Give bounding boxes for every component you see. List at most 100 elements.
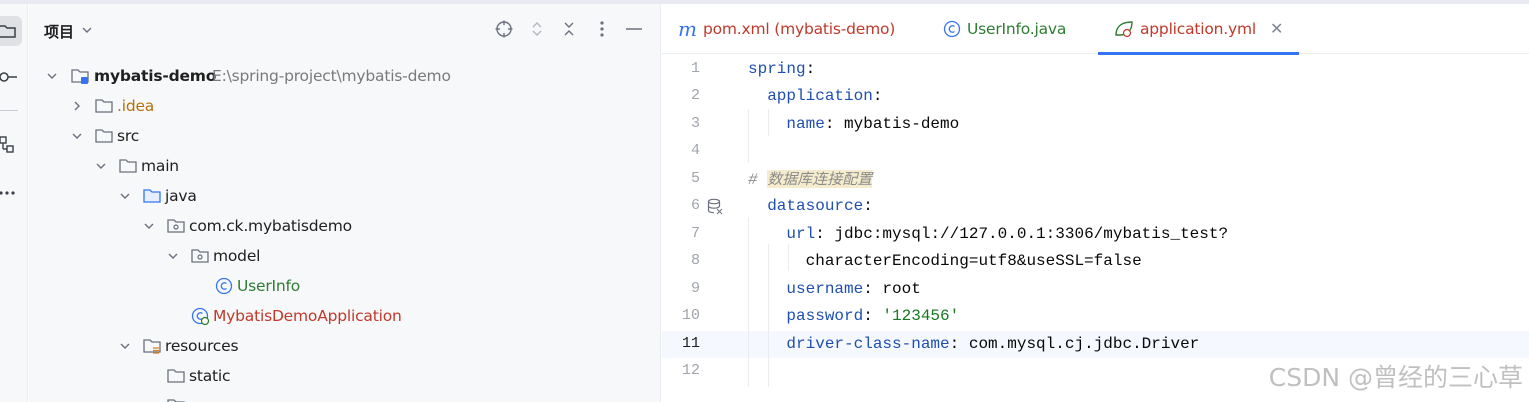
yaml-key: datasource xyxy=(767,197,864,215)
yaml-key: username xyxy=(786,280,864,298)
class-icon xyxy=(943,20,961,38)
yaml-key: name xyxy=(786,115,825,133)
line-number: 2 xyxy=(690,87,700,104)
tree-row-application[interactable]: MybatisDemoApplication xyxy=(29,301,661,331)
editor-gutter: 1 2 3 4 5 6 7 8 9 10 11 12 xyxy=(662,55,746,402)
tree-row-resources[interactable]: resources xyxy=(29,331,661,361)
tab-label: UserInfo.java xyxy=(967,20,1067,38)
folder-icon xyxy=(167,399,185,402)
tree-row-src[interactable]: src xyxy=(29,121,661,151)
chevron-down-icon[interactable] xyxy=(81,23,93,40)
tree-label: mybatis-demo xyxy=(94,67,217,85)
commit-tool-button[interactable] xyxy=(0,62,22,92)
code-line-9[interactable]: username: root xyxy=(748,276,921,303)
yaml-value: root xyxy=(882,280,921,298)
editor-tab-bar: m pom.xml (mybatis-demo) UserInfo.java a… xyxy=(662,4,1529,55)
tree-label: static xyxy=(189,367,231,385)
project-panel-header: 项目 xyxy=(29,4,661,56)
yaml-key: driver-class-name xyxy=(786,335,950,353)
locate-icon[interactable] xyxy=(493,18,515,40)
tool-divider xyxy=(0,110,18,111)
chevron-down-icon[interactable] xyxy=(119,190,131,202)
package-icon xyxy=(191,249,209,263)
structure-tool-button[interactable] xyxy=(0,130,22,160)
spring-icon xyxy=(1114,20,1134,38)
yaml-comment: 数据库连接配置 xyxy=(767,170,873,188)
options-icon[interactable] xyxy=(591,18,613,40)
editor: m pom.xml (mybatis-demo) UserInfo.java a… xyxy=(662,4,1529,402)
commit-icon xyxy=(0,72,17,82)
tree-row-userinfo[interactable]: UserInfo xyxy=(29,271,661,301)
code-line-5[interactable]: # 数据库连接配置 xyxy=(748,166,873,193)
project-panel: 项目 mybatis-demo E:\spring-project\mybati… xyxy=(29,4,661,402)
chevron-down-icon[interactable] xyxy=(167,250,179,262)
tree-row-templates[interactable] xyxy=(29,391,661,402)
chevron-down-icon[interactable] xyxy=(46,70,58,82)
yaml-key: password xyxy=(786,307,864,325)
maven-icon: m xyxy=(678,17,697,41)
code-line-1[interactable]: spring: xyxy=(748,56,815,83)
line-number: 11 xyxy=(681,335,700,352)
code-line-6[interactable]: datasource: xyxy=(748,193,873,220)
close-icon[interactable]: ✕ xyxy=(1270,19,1283,39)
chevron-down-icon[interactable] xyxy=(71,130,83,142)
tree-label: .idea xyxy=(117,97,155,115)
line-number: 6 xyxy=(690,197,700,214)
tab-application-yml[interactable]: application.yml ✕ xyxy=(1097,4,1300,55)
watermark: CSDN @曾经的三心草 xyxy=(1268,363,1523,392)
hide-panel-icon[interactable] xyxy=(623,18,645,40)
code-line-7[interactable]: url: jdbc:mysql://127.0.0.1:3306/mybatis… xyxy=(748,221,1228,248)
tree-row-java[interactable]: java xyxy=(29,181,661,211)
tree-row-package[interactable]: com.ck.mybatisdemo xyxy=(29,211,661,241)
tree-label: com.ck.mybatisdemo xyxy=(189,217,352,235)
folder-icon xyxy=(95,129,113,143)
folder-icon xyxy=(167,369,185,383)
chevron-down-icon[interactable] xyxy=(143,220,155,232)
tree-label: src xyxy=(117,127,140,145)
tree-row-idea[interactable]: .idea xyxy=(29,91,661,121)
line-number: 9 xyxy=(690,280,700,297)
line-number: 12 xyxy=(681,362,700,379)
line-number: 4 xyxy=(690,142,700,159)
tab-userinfo-java[interactable]: UserInfo.java xyxy=(943,4,1066,54)
yaml-value: mybatis-demo xyxy=(844,115,960,133)
comment-hash: # xyxy=(748,171,758,189)
chevron-right-icon[interactable] xyxy=(71,100,83,112)
structure-icon xyxy=(0,136,14,153)
line-number: 3 xyxy=(690,115,700,132)
yaml-value-continuation: characterEncoding=utf8&useSSL=false xyxy=(805,252,1142,270)
collapse-all-icon[interactable] xyxy=(558,18,580,40)
tree-label: MybatisDemoApplication xyxy=(213,307,402,325)
yaml-value: com.mysql.cj.jdbc.Driver xyxy=(968,335,1200,353)
tree-row-static[interactable]: static xyxy=(29,361,661,391)
code-line-7-wrap[interactable]: characterEncoding=utf8&useSSL=false xyxy=(748,248,1142,275)
code-line-11[interactable]: driver-class-name: com.mysql.cj.jdbc.Dri… xyxy=(748,331,1199,358)
line-number: 8 xyxy=(690,252,700,269)
database-icon[interactable] xyxy=(707,198,723,220)
tab-label: application.yml xyxy=(1140,20,1257,38)
code-line-10[interactable]: password: '123456' xyxy=(748,303,959,330)
folder-icon xyxy=(119,159,137,173)
tree-row-project[interactable]: mybatis-demo E:\spring-project\mybatis-d… xyxy=(29,61,661,91)
chevron-down-icon[interactable] xyxy=(95,160,107,172)
project-tool-button[interactable] xyxy=(0,16,22,46)
code-line-2[interactable]: application: xyxy=(748,83,882,110)
expand-all-icon[interactable] xyxy=(526,18,548,40)
tree-label: UserInfo xyxy=(237,277,301,295)
spring-boot-class-icon xyxy=(191,307,209,325)
package-icon xyxy=(167,219,185,233)
yaml-string-value: '123456' xyxy=(882,307,960,325)
module-folder-icon xyxy=(71,69,89,84)
tab-pom-xml[interactable]: m pom.xml (mybatis-demo) xyxy=(678,4,895,54)
yaml-key: spring xyxy=(748,60,806,78)
code-line-3[interactable]: name: mybatis-demo xyxy=(748,111,959,138)
tree-row-model[interactable]: model xyxy=(29,241,661,271)
chevron-down-icon[interactable] xyxy=(119,340,131,352)
tree-label: model xyxy=(213,247,261,265)
tree-row-main[interactable]: main xyxy=(29,151,661,181)
line-number: 7 xyxy=(690,225,700,242)
more-tools-button[interactable] xyxy=(0,178,22,208)
more-horizontal-icon xyxy=(0,191,15,195)
yaml-value: jdbc:mysql://127.0.0.1:3306/mybatis_test… xyxy=(834,225,1229,243)
panel-title[interactable]: 项目 xyxy=(44,21,74,42)
